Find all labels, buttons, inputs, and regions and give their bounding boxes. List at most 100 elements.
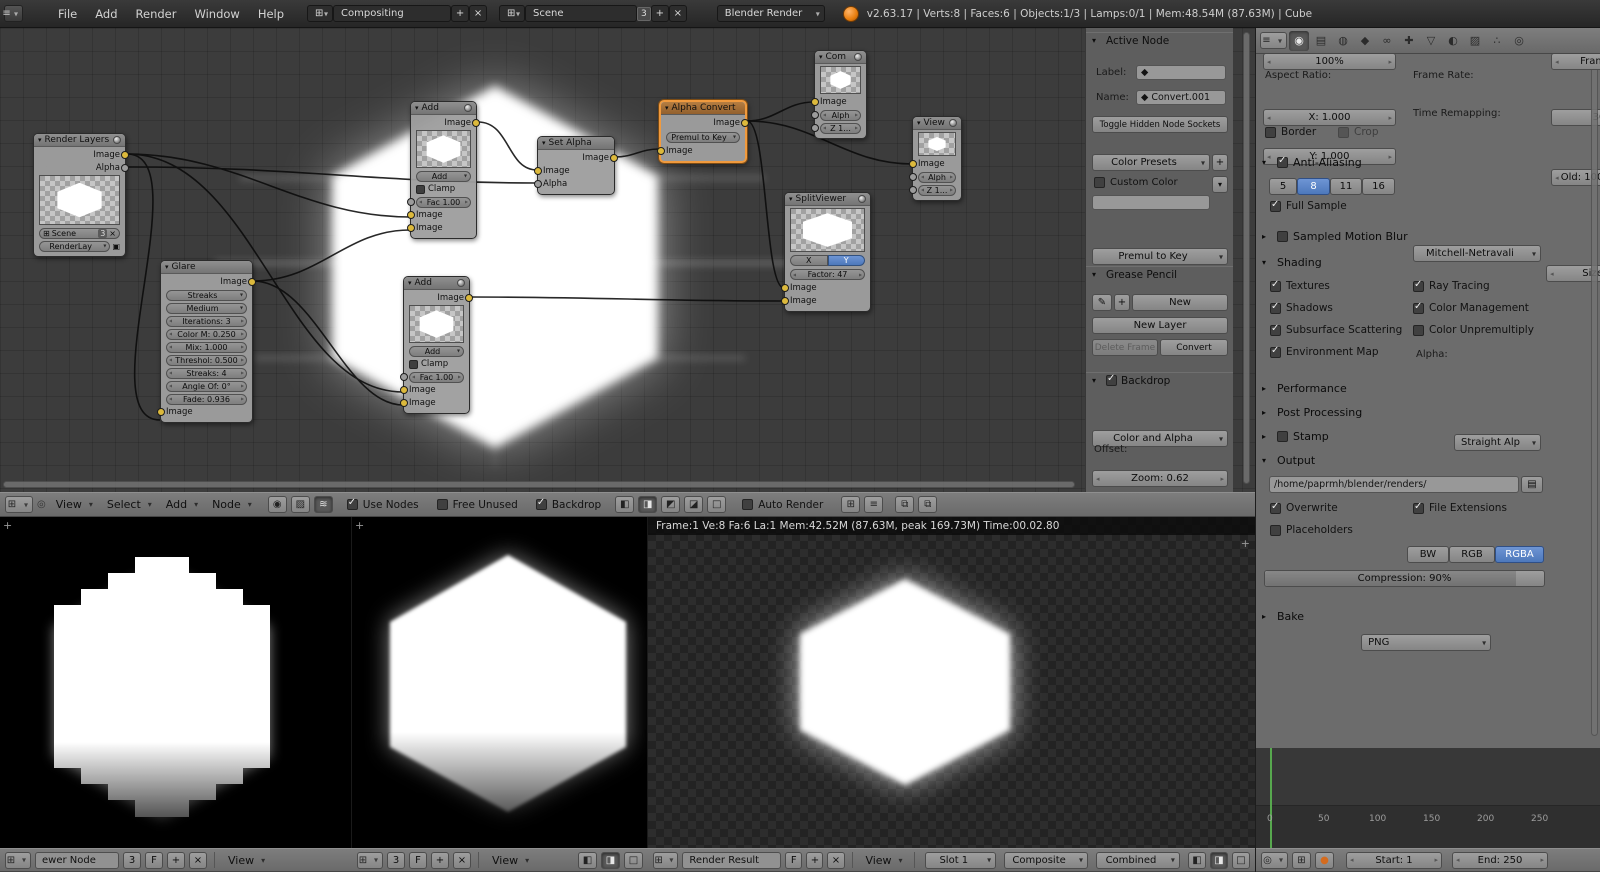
menu-file[interactable]: File [49,7,86,21]
frame-start-field[interactable]: Start: 1 [1346,851,1442,869]
node-label-field[interactable]: ◆ [1136,65,1226,80]
color-unpremultiply-checkbox[interactable] [1413,324,1424,336]
collapse-icon[interactable]: ▾ [665,104,669,112]
area-corner-widget[interactable]: + [355,519,364,532]
image-input-socket[interactable] [657,147,665,155]
toggle-hidden-sockets-button[interactable]: Toggle Hidden Node Sockets [1092,116,1228,133]
z-value-field[interactable]: Z 1... [820,122,861,134]
preview-sphere-icon[interactable] [464,104,472,112]
menu-help[interactable]: Help [249,7,293,21]
auto-render-checkbox[interactable] [742,499,754,510]
users-count-button[interactable]: 3 [387,851,405,869]
image-input-socket[interactable] [781,284,789,292]
mix-field[interactable]: Mix: 1.000 [166,341,247,353]
node-mix-add-1[interactable]: ▾ Add Image Add Clamp Fac 1.00 Image Ima… [407,101,480,239]
ray-tracing-checkbox[interactable] [1413,279,1424,292]
render-layer-select[interactable]: RenderLay [39,240,111,252]
free-unused-checkbox[interactable] [436,499,448,510]
aspect-x-field[interactable]: X: 1.000 [1263,109,1396,126]
editor-type-icon[interactable]: ⊞ [357,851,383,869]
close-screen-icon[interactable]: × [469,5,488,22]
node-set-alpha[interactable]: ▾ Set Alpha Image Image Alpha [534,136,618,195]
vertical-scrollbar[interactable] [1243,32,1250,484]
blend-mode-select[interactable]: Add [416,170,471,182]
image-output-socket[interactable] [121,151,129,159]
premul-mode-select[interactable]: Premul to Key [1092,248,1228,265]
fake-user-button[interactable]: F [409,851,427,869]
output-path-field[interactable]: /home/paprmh/blender/renders/ [1269,476,1519,493]
full-sample-checkbox[interactable] [1270,199,1281,212]
menu-view[interactable]: View [50,498,97,511]
panel-expand-icon[interactable]: ▾ [1092,270,1102,279]
color-presets-select[interactable]: Color Presets [1092,154,1210,171]
area-corner-widget[interactable]: + [1241,537,1250,550]
shadows-checkbox[interactable] [1270,301,1281,314]
scene-browse-icon[interactable]: ⊞ [499,5,526,22]
editor-type-icon[interactable]: ≡ [2,5,23,22]
tab-particles-icon[interactable]: ∴ [1487,31,1507,51]
stamp-checkbox[interactable] [1277,430,1288,442]
streaks-field[interactable]: Streaks: 4 [166,367,247,379]
collapse-icon[interactable]: ▾ [415,104,419,112]
antialiasing-checkbox[interactable] [1277,155,1288,168]
frame-end-field[interactable]: End: 250 [1452,851,1548,869]
channel-matte-icon[interactable]: □ [707,496,727,513]
alpha-input-socket[interactable] [811,111,819,119]
editor-type-icon[interactable]: ⊞ [5,851,31,869]
compression-slider[interactable]: Compression: 90% [1264,570,1545,587]
playback-sync-icon[interactable]: ⊞ [1292,851,1311,869]
scene-selector[interactable]: ⊞ Scene 3 × [39,227,120,239]
channel-alpha-icon[interactable]: ◩ [661,496,681,513]
crop-checkbox[interactable] [1338,126,1349,138]
collapse-icon[interactable]: ▾ [917,119,921,127]
image-input-socket[interactable] [534,167,542,175]
composite-viewer-canvas[interactable]: + [352,517,648,848]
node-glare[interactable]: ▾ Glare Image Streaks Medium Iterations:… [157,260,256,423]
timeline-ruler[interactable] [1256,805,1600,848]
snap-mode-icon[interactable]: ≡ [864,496,884,513]
menu-view[interactable]: View [486,854,533,867]
texture-nodes-icon[interactable]: ▨ [290,496,310,513]
image-input-socket[interactable] [811,98,819,106]
alpha-value-field[interactable]: Alph [820,109,861,121]
preview-sphere-icon[interactable] [457,279,465,287]
close-icon[interactable]: × [109,229,116,238]
menu-view[interactable]: View [859,854,906,867]
tab-data-icon[interactable]: ▽ [1421,31,1441,51]
snap-icon[interactable]: ⊞ [841,496,861,513]
render-result-canvas[interactable]: Frame:1 Ve:8 Fa:6 La:1 Mem:42.52M (87.63… [648,517,1255,848]
tab-modifiers-icon[interactable]: ✚ [1399,31,1419,51]
backdrop-zoom-field[interactable]: Zoom: 0.62 [1092,470,1228,487]
node-name-field[interactable]: ◆ Convert.001 [1136,90,1226,105]
z-value-field[interactable]: Z 1... [918,184,956,196]
scene-users-count[interactable]: 3 [637,6,651,21]
image-output-socket[interactable] [472,119,480,127]
image-input-socket[interactable] [407,224,415,232]
compositing-nodes-icon[interactable]: ≋ [313,496,333,513]
z-input-socket[interactable] [811,124,819,132]
tab-world-icon[interactable]: ◍ [1333,31,1353,51]
panel-expand-icon[interactable]: ▾ [1262,456,1272,465]
new-image-icon[interactable]: + [167,851,185,869]
samples-5-button[interactable]: 5 [1269,178,1297,195]
bw-button[interactable]: BW [1407,546,1449,563]
preview-sphere-icon[interactable] [949,119,957,127]
add-screen-icon[interactable]: + [451,5,470,22]
tab-material-icon[interactable]: ◐ [1443,31,1463,51]
glare-type-select[interactable]: Streaks [166,289,247,301]
panel-expand-icon[interactable]: ▾ [1092,36,1102,45]
channel-rgba-icon[interactable]: ◧ [615,496,635,513]
collapse-icon[interactable]: ▾ [542,139,546,147]
menu-add[interactable]: Add [160,498,202,511]
premul-mode-select[interactable]: Premul to Key [666,131,740,143]
image-output-socket[interactable] [741,119,749,127]
image-output-socket[interactable] [465,294,473,302]
preview-sphere-icon[interactable] [854,53,862,61]
custom-color-swatch[interactable] [1092,195,1210,210]
alpha-value-field[interactable]: Alph [918,171,956,183]
image-input-socket[interactable] [781,297,789,305]
alpha-input-socket[interactable] [534,180,542,188]
factor-field[interactable]: Fac 1.00 [409,371,464,383]
resolution-percent-field[interactable]: 100% [1263,53,1396,70]
custom-color-checkbox[interactable] [1094,177,1105,188]
